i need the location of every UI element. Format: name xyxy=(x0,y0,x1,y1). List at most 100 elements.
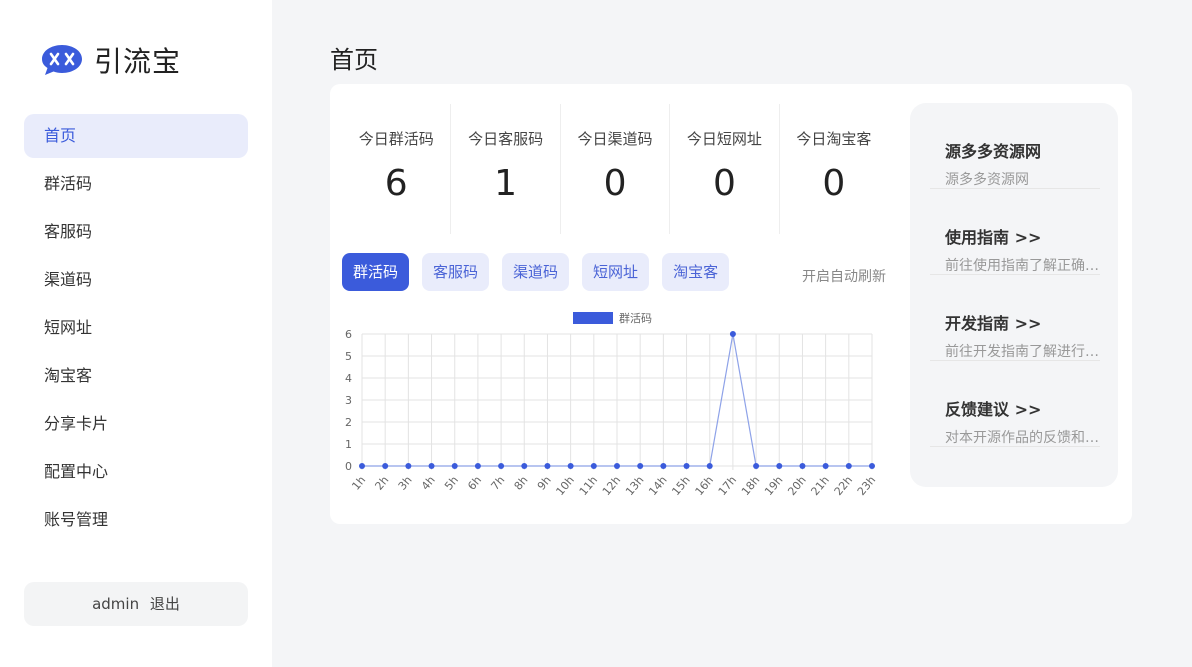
data-point xyxy=(776,463,783,469)
tab-taobaoke[interactable]: 淘宝客 xyxy=(662,253,730,291)
stat-taobaoke: 今日淘宝客 0 xyxy=(780,104,888,234)
data-point xyxy=(683,463,690,469)
stat-value: 0 xyxy=(603,163,627,204)
y-tick-label: 2 xyxy=(345,416,352,429)
x-tick-label: 4h xyxy=(419,474,438,493)
data-point xyxy=(822,463,829,469)
side-item-desc: 对本开源作品的反馈和建议 xyxy=(945,430,1100,446)
sidebar-item-group-code[interactable]: 群活码 xyxy=(24,162,248,206)
chart-tabs: 群活码 客服码 渠道码 短网址 淘宝客 xyxy=(342,253,742,291)
tab-short-url[interactable]: 短网址 xyxy=(582,253,650,291)
x-tick-label: 11h xyxy=(577,474,600,498)
y-tick-label: 5 xyxy=(345,350,352,363)
stat-label: 今日渠道码 xyxy=(577,130,653,148)
x-tick-label: 10h xyxy=(553,474,576,498)
x-tick-label: 23h xyxy=(855,474,878,498)
tab-channel-code[interactable]: 渠道码 xyxy=(502,253,570,291)
sidebar: 引流宝 首页 群活码 客服码 渠道码 短网址 淘宝客 分享卡片 配置中心 账号管… xyxy=(0,0,272,667)
side-item-title: 源多多资源网 xyxy=(945,142,1042,161)
stat-label: 今日群活码 xyxy=(358,130,434,148)
data-point xyxy=(405,463,412,469)
data-point xyxy=(428,463,435,469)
side-item-feedback[interactable]: 反馈建议 >> 对本开源作品的反馈和建议 xyxy=(930,361,1100,447)
stat-short-url: 今日短网址 0 xyxy=(670,104,780,234)
side-item-desc: 源多多资源网 xyxy=(945,172,1029,188)
data-point xyxy=(753,463,760,469)
tab-group-code[interactable]: 群活码 xyxy=(342,253,410,291)
data-point xyxy=(590,463,597,469)
x-tick-label: 16h xyxy=(693,474,716,498)
sidebar-nav: 首页 群活码 客服码 渠道码 短网址 淘宝客 分享卡片 配置中心 账号管理 xyxy=(24,114,248,546)
data-point xyxy=(869,463,875,469)
x-tick-label: 7h xyxy=(488,474,507,493)
data-point xyxy=(614,463,620,469)
side-item-dev-guide[interactable]: 开发指南 >> 前往开发指南了解进行二次开发 xyxy=(930,275,1100,361)
data-point xyxy=(845,463,852,469)
legend-label: 群活码 xyxy=(619,311,652,325)
auto-refresh-toggle[interactable]: 开启自动刷新 xyxy=(802,266,886,286)
x-tick-label: 20h xyxy=(785,474,808,498)
y-tick-label: 0 xyxy=(345,460,352,473)
x-tick-label: 3h xyxy=(396,474,415,493)
data-point xyxy=(359,463,365,469)
side-item-usage-guide[interactable]: 使用指南 >> 前往使用指南了解正确使用方法 xyxy=(930,189,1100,275)
x-tick-label: 15h xyxy=(669,474,692,498)
app-logo[interactable]: 引流宝 xyxy=(40,40,181,80)
stat-service-code: 今日客服码 1 xyxy=(451,104,561,234)
sidebar-item-channel-code[interactable]: 渠道码 xyxy=(24,258,248,302)
sidebar-item-share-card[interactable]: 分享卡片 xyxy=(24,402,248,446)
sidebar-item-taobaoke[interactable]: 淘宝客 xyxy=(24,354,248,398)
x-tick-label: 2h xyxy=(373,474,392,493)
y-tick-label: 3 xyxy=(345,394,352,407)
tab-service-code[interactable]: 客服码 xyxy=(422,253,490,291)
app-name: 引流宝 xyxy=(94,45,182,78)
stat-value: 1 xyxy=(494,163,518,204)
legend-swatch xyxy=(573,312,613,324)
data-point xyxy=(544,463,551,469)
x-tick-label: 1h xyxy=(349,474,368,493)
stat-value: 0 xyxy=(822,163,846,204)
data-point xyxy=(799,463,806,469)
x-tick-label: 9h xyxy=(535,474,554,493)
sidebar-item-service-code[interactable]: 客服码 xyxy=(24,210,248,254)
logout-link[interactable]: 退出 xyxy=(150,595,180,613)
data-point xyxy=(637,463,644,469)
stat-label: 今日淘宝客 xyxy=(796,130,872,148)
stat-channel-code: 今日渠道码 0 xyxy=(561,104,671,234)
side-item-desc: 前往使用指南了解正确使用方法 xyxy=(945,258,1100,274)
y-tick-label: 4 xyxy=(345,372,352,385)
data-point xyxy=(706,463,713,469)
side-item-desc: 前往开发指南了解进行二次开发 xyxy=(945,344,1100,360)
data-point xyxy=(474,463,481,469)
data-point xyxy=(498,463,505,469)
sidebar-item-account[interactable]: 账号管理 xyxy=(24,498,248,542)
x-tick-label: 18h xyxy=(739,474,762,498)
data-point xyxy=(382,463,389,469)
sidebar-item-config[interactable]: 配置中心 xyxy=(24,450,248,494)
x-tick-label: 13h xyxy=(623,474,646,498)
data-point xyxy=(451,463,458,469)
x-tick-label: 14h xyxy=(646,474,669,498)
stat-label: 今日客服码 xyxy=(468,130,544,148)
side-item-resource-site[interactable]: 源多多资源网 源多多资源网 xyxy=(930,103,1100,189)
side-panel: 源多多资源网 源多多资源网 使用指南 >> 前往使用指南了解正确使用方法 开发指… xyxy=(910,103,1118,487)
x-tick-label: 8h xyxy=(512,474,531,493)
x-tick-label: 21h xyxy=(808,474,831,498)
sidebar-item-home[interactable]: 首页 xyxy=(24,114,248,158)
stats-row: 今日群活码 6 今日客服码 1 今日渠道码 0 今日短网址 0 今日淘宝客 0 xyxy=(342,104,888,234)
side-item-title: 反馈建议 >> xyxy=(945,400,1042,419)
page-title: 首页 xyxy=(330,46,378,74)
x-tick-label: 22h xyxy=(832,474,855,498)
x-tick-label: 12h xyxy=(600,474,623,498)
stat-value: 6 xyxy=(384,163,408,204)
x-tick-label: 5h xyxy=(442,474,461,493)
stat-group-code: 今日群活码 6 xyxy=(342,104,452,234)
stat-value: 0 xyxy=(712,163,736,204)
data-point xyxy=(729,331,736,337)
user-box: admin 退出 xyxy=(24,582,248,626)
sidebar-item-short-url[interactable]: 短网址 xyxy=(24,306,248,350)
y-tick-label: 1 xyxy=(345,438,352,451)
x-tick-label: 17h xyxy=(716,474,739,498)
y-tick-label: 6 xyxy=(345,328,352,341)
x-tick-label: 19h xyxy=(762,474,785,498)
